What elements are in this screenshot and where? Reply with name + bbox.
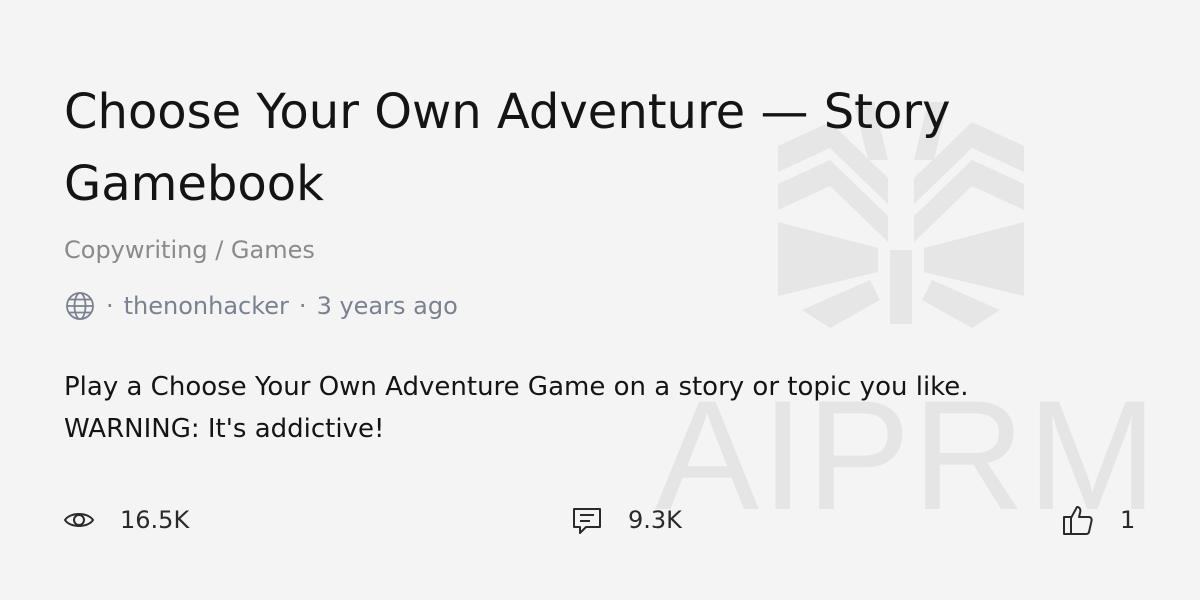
prompt-card: AIPRM Choose Your Own Adventure — Story … xyxy=(0,0,1200,600)
likes-count: 1 xyxy=(1120,506,1136,534)
views-stat: 16.5K xyxy=(62,500,189,540)
comments-count: 9.3K xyxy=(628,506,682,534)
comment-icon xyxy=(573,508,601,534)
prompt-title[interactable]: Choose Your Own Adventure — Story Gamebo… xyxy=(64,76,1024,220)
prompt-meta: · thenonhacker · 3 years ago xyxy=(64,290,458,322)
author-link[interactable]: thenonhacker xyxy=(124,290,289,322)
globe-icon xyxy=(66,292,94,320)
comments-stat: 9.3K xyxy=(570,500,682,540)
prompt-age: 3 years ago xyxy=(316,292,458,320)
views-count: 16.5K xyxy=(120,506,190,534)
likes-stat[interactable]: 1 xyxy=(1060,500,1135,540)
meta-separator: · xyxy=(106,292,114,320)
prompt-description: Play a Choose Your Own Adventure Game on… xyxy=(64,372,969,444)
eye-icon xyxy=(63,513,95,527)
meta-separator: · xyxy=(298,292,307,320)
prompt-category[interactable]: Copywriting / Games xyxy=(64,234,315,266)
thumbs-up-icon[interactable] xyxy=(1060,502,1096,538)
